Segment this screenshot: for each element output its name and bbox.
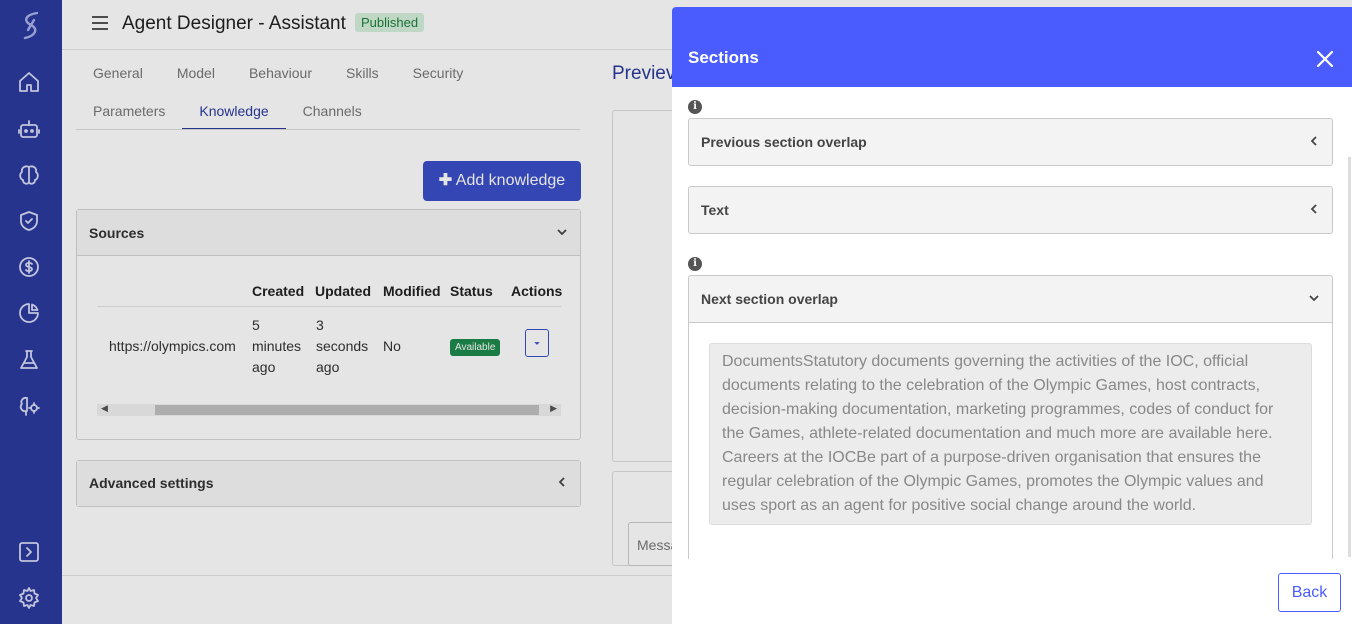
section-next-overlap-body: DocumentsStatutory documents governing t… [689,322,1332,560]
section-text: Text [688,186,1333,234]
modal-footer [672,559,1352,624]
modal-header: Sections [672,7,1352,87]
close-icon[interactable] [1316,50,1334,68]
modal-title: Sections [688,48,759,67]
modal-scrollbar[interactable] [1348,157,1351,557]
section-previous-overlap: Previous section overlap [688,118,1333,166]
section-previous-overlap-header[interactable]: Previous section overlap [689,119,1332,165]
chevron-left-icon [1308,119,1320,165]
section-content-textarea[interactable]: DocumentsStatutory documents governing t… [709,343,1312,525]
section-text-header[interactable]: Text [689,187,1332,233]
chevron-down-icon [1308,276,1320,322]
info-icon[interactable]: i [688,257,702,271]
chevron-left-icon [1308,187,1320,233]
back-button[interactable]: Back [1278,573,1341,612]
section-next-overlap: Next section overlap DocumentsStatutory … [688,275,1333,560]
section-next-overlap-header[interactable]: Next section overlap [689,276,1332,322]
info-icon[interactable]: i [688,100,702,114]
sections-modal: Sections i Previous section overlap Text… [672,7,1352,624]
